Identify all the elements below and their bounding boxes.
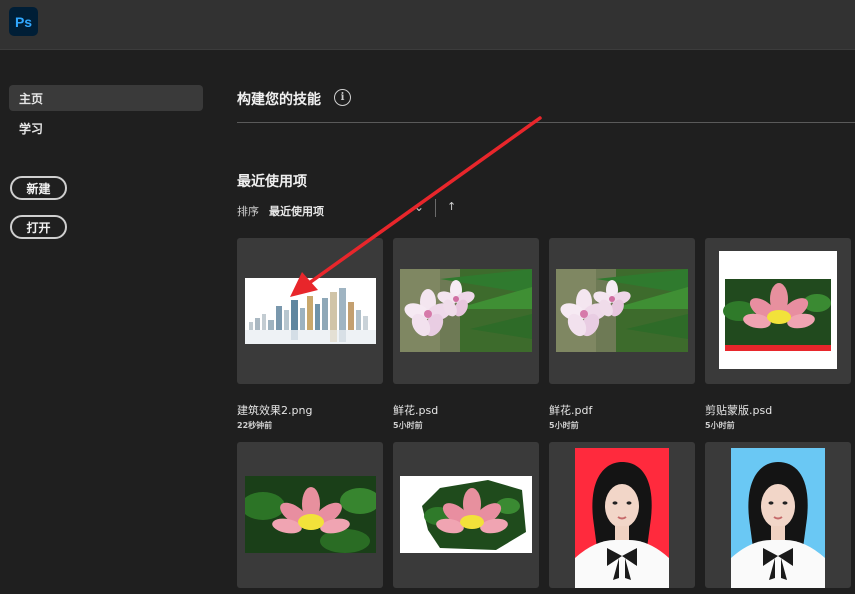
file-time: 5小时前 — [549, 421, 579, 430]
city-skyline-thumbnail — [245, 278, 376, 344]
sidebar: 主页 学习 新建 打开 — [0, 50, 215, 594]
portrait-red-thumbnail — [575, 448, 669, 588]
recent-file-card[interactable] — [393, 238, 539, 384]
recent-file-card[interactable] — [705, 442, 851, 588]
skills-section-title: 构建您的技能 — [237, 92, 321, 108]
sort-separator — [435, 199, 436, 217]
title-bar: Ps — [0, 0, 855, 50]
info-icon[interactable]: i — [334, 89, 351, 106]
new-button[interactable]: 新建 — [10, 176, 67, 200]
sidebar-item-learn[interactable]: 学习 — [9, 115, 203, 141]
photoshop-logo-icon[interactable]: Ps — [9, 7, 38, 36]
sort-dropdown[interactable]: 最近使用项 — [269, 203, 324, 219]
file-name[interactable]: 剪贴蒙版.psd — [705, 402, 772, 418]
chevron-down-icon[interactable]: ⌄ — [414, 200, 424, 214]
file-name[interactable]: 建筑效果2.png — [237, 402, 312, 418]
file-time: 22秒钟前 — [237, 421, 273, 430]
sidebar-item-home[interactable]: 主页 — [9, 85, 203, 111]
recent-file-card[interactable] — [549, 442, 695, 588]
lotus-cutout-thumbnail — [400, 476, 532, 553]
file-time: 5小时前 — [705, 421, 735, 430]
flower-thumbnail — [556, 269, 688, 352]
portrait-blue-thumbnail — [731, 448, 825, 588]
sort-label: 排序 — [237, 205, 259, 218]
flower-thumbnail — [400, 269, 532, 352]
recent-file-card[interactable] — [393, 442, 539, 588]
recent-section-title: 最近使用项 — [237, 174, 307, 190]
open-button[interactable]: 打开 — [10, 215, 67, 239]
sort-direction-up-icon[interactable]: ↑ — [447, 200, 456, 213]
recent-file-card[interactable] — [705, 238, 851, 384]
recent-file-card[interactable] — [237, 238, 383, 384]
file-name[interactable]: 鲜花.psd — [393, 402, 438, 418]
lotus-framed-thumbnail — [719, 251, 837, 369]
divider — [237, 122, 855, 123]
lotus-thumbnail — [245, 476, 376, 553]
file-name[interactable]: 鲜花.pdf — [549, 402, 592, 418]
file-time: 5小时前 — [393, 421, 423, 430]
recent-file-card[interactable] — [237, 442, 383, 588]
recent-file-card[interactable] — [549, 238, 695, 384]
